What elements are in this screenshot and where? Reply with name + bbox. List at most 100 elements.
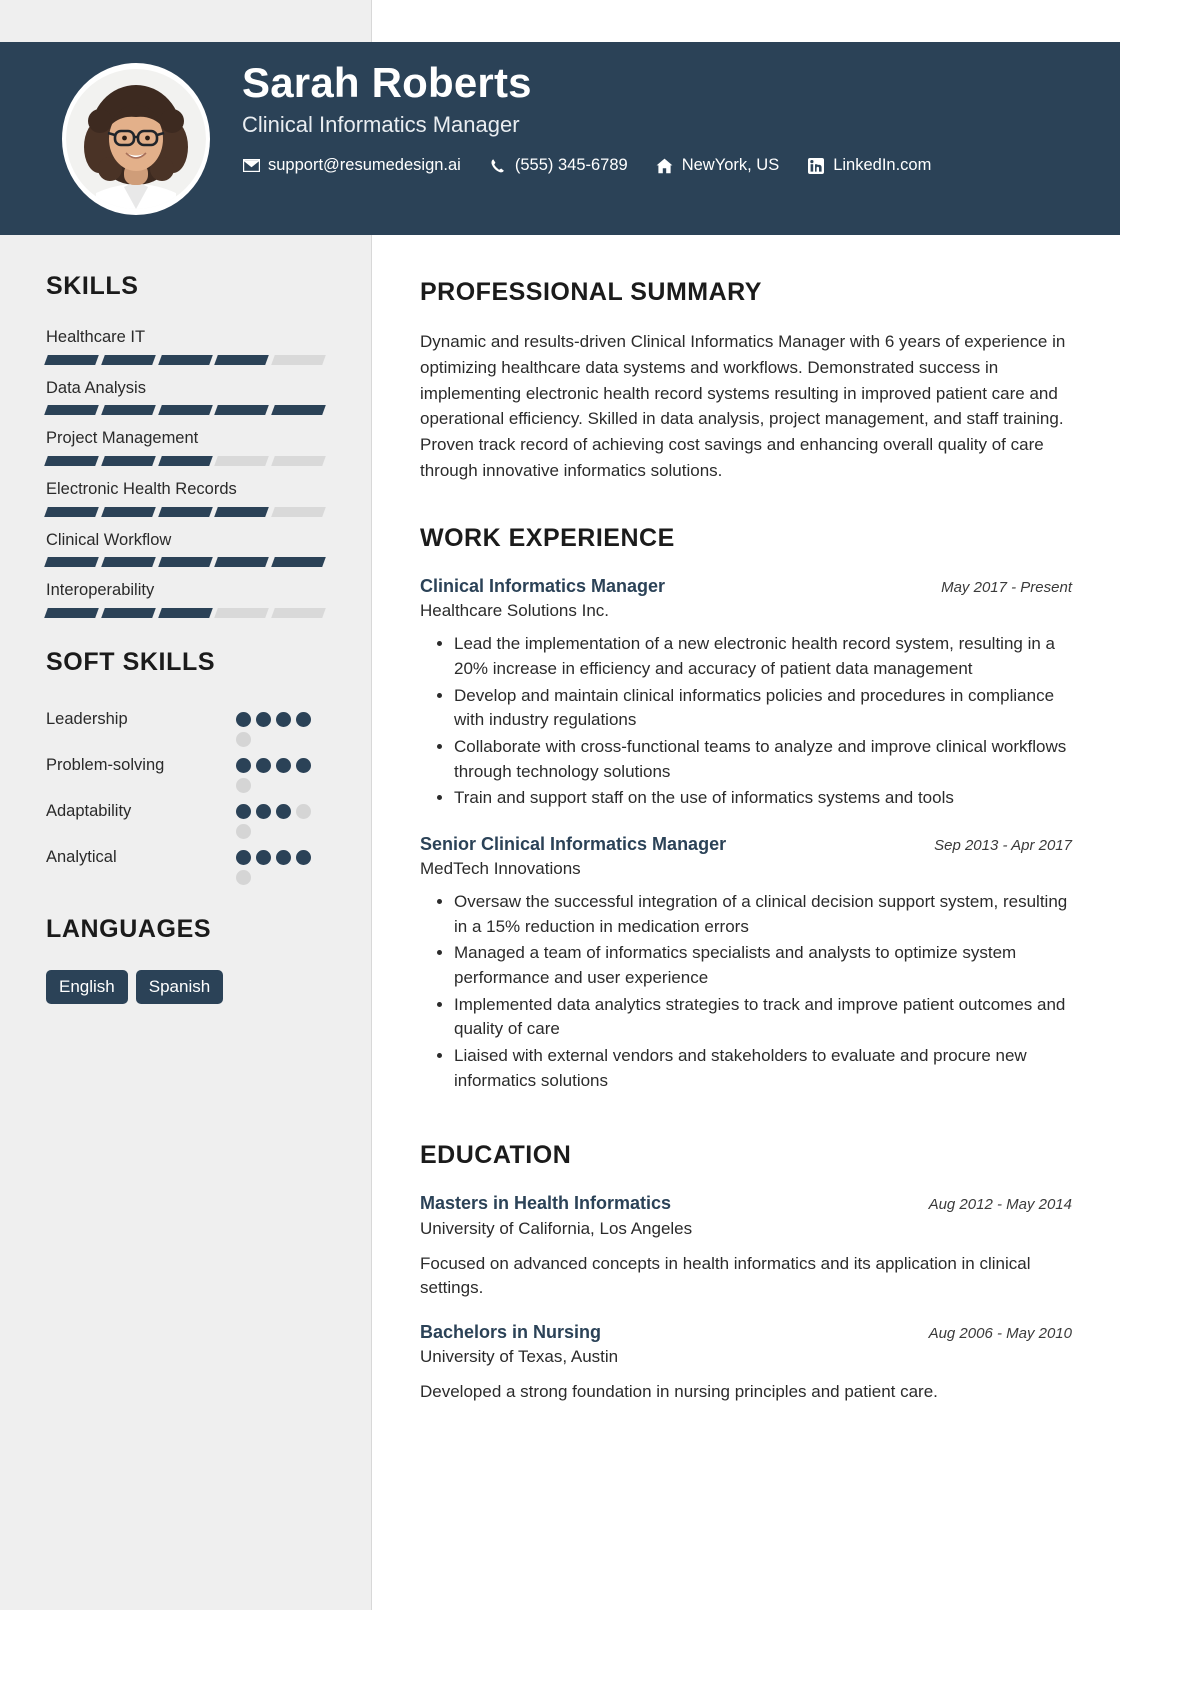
work-entry-title: Senior Clinical Informatics Manager xyxy=(420,833,727,854)
page-margin xyxy=(1120,0,1200,1684)
skill-bar-segment xyxy=(214,405,270,416)
rating-dot xyxy=(276,757,291,773)
languages-list: English Spanish xyxy=(46,969,336,1005)
skill-bar-segment xyxy=(44,557,99,568)
work-entry: Clinical Informatics Manager May 2017 - P… xyxy=(420,575,1072,811)
education-heading: EDUCATION xyxy=(420,1141,572,1170)
language-tag: English xyxy=(46,969,128,1005)
skill-item: Healthcare IT xyxy=(44,327,336,365)
contact-list: support@resumedesign.ai (555) 345-6789 N… xyxy=(242,156,1082,175)
language-tag: Spanish xyxy=(135,969,224,1005)
work-entry: Senior Clinical Informatics Manager Sep 2… xyxy=(420,833,1072,1093)
rating-dot xyxy=(296,757,311,773)
soft-skills-list: Leadership Problem-solving Adaptability Ana… xyxy=(46,703,336,885)
skill-bar-segment xyxy=(157,607,213,618)
rating-dot xyxy=(296,711,311,727)
skill-bar-segment xyxy=(214,455,270,466)
rating-dot xyxy=(276,711,291,727)
list-item: Develop and maintain clinical informatic… xyxy=(454,684,1072,733)
rating-dot xyxy=(236,849,251,865)
skill-level-bar xyxy=(44,405,326,416)
rating-dot xyxy=(276,803,291,819)
contact-linkedin[interactable]: LinkedIn.com xyxy=(807,156,931,175)
skill-level-bar xyxy=(44,354,326,365)
skill-name: Data Analysis xyxy=(46,378,146,397)
skills-heading: SKILLS xyxy=(46,272,139,300)
skill-name: Electronic Health Records xyxy=(46,479,237,498)
skill-bar-segment xyxy=(214,607,270,618)
skill-item: Electronic Health Records xyxy=(44,479,336,517)
skill-name: Interoperability xyxy=(46,581,155,600)
skill-bar-segment xyxy=(100,506,156,517)
education-description: Focused on advanced concepts in health i… xyxy=(420,1253,1031,1298)
header-text-block: Sarah Roberts Clinical Informatics Manag… xyxy=(242,62,1082,175)
rating-dot xyxy=(236,711,251,727)
rating-dot xyxy=(256,757,271,773)
avatar xyxy=(62,63,210,215)
skill-bar-segment xyxy=(100,557,156,568)
contact-phone-text: (555) 345-6789 xyxy=(514,156,628,175)
education-entry-header: Bachelors in Nursing Aug 2006 - May 2010 xyxy=(420,1321,1072,1344)
rating-dot xyxy=(296,803,311,819)
contact-phone[interactable]: (555) 345-6789 xyxy=(489,156,628,175)
skill-level-bar xyxy=(44,506,326,517)
rating-dot xyxy=(236,757,251,773)
rating-dot xyxy=(256,849,271,865)
rating-dot xyxy=(236,777,251,793)
list-item: Liaised with external vendors and stakeh… xyxy=(454,1044,1072,1093)
skill-bar-segment xyxy=(157,405,213,416)
summary-text: Dynamic and results-driven Clinical Info… xyxy=(420,332,1066,481)
languages-heading: LANGUAGES xyxy=(46,914,212,943)
skill-bar-segment xyxy=(100,354,156,365)
education-degree: Masters in Health Informatics xyxy=(420,1193,672,1214)
education-list: Masters in Health Informatics Aug 2012 - … xyxy=(420,1192,1072,1405)
contact-email-text: support@resumedesign.ai xyxy=(268,156,461,175)
soft-skill-name: Adaptability xyxy=(46,801,132,820)
soft-skill-rating xyxy=(236,841,322,885)
rating-dot xyxy=(296,849,311,865)
rating-dot xyxy=(256,803,271,819)
soft-skill-name: Leadership xyxy=(46,709,128,728)
skill-bar-segment xyxy=(157,557,213,568)
rating-dot xyxy=(236,823,251,839)
skill-bar-segment xyxy=(44,506,99,517)
education-entry: Masters in Health Informatics Aug 2012 - … xyxy=(420,1192,1072,1301)
education-description: Developed a strong foundation in nursing… xyxy=(420,1382,938,1402)
skill-item: Clinical Workflow xyxy=(44,530,336,568)
skill-level-bar xyxy=(44,607,326,618)
main-content: PROFESSIONAL SUMMARY Dynamic and results… xyxy=(420,278,1072,1425)
rating-dot xyxy=(256,711,271,727)
work-heading: WORK EXPERIENCE xyxy=(420,523,675,552)
soft-skill-rating xyxy=(236,795,322,839)
work-entry-organization: MedTech Innovations xyxy=(420,859,581,879)
education-school: University of California, Los Angeles xyxy=(420,1218,693,1238)
education-entry-header: Masters in Health Informatics Aug 2012 - … xyxy=(420,1192,1072,1215)
rating-dot xyxy=(236,731,251,747)
contact-linkedin-text: LinkedIn.com xyxy=(833,156,932,175)
linkedin-icon xyxy=(807,157,825,175)
education-degree: Bachelors in Nursing xyxy=(420,1321,602,1342)
skill-bar-segment xyxy=(157,354,213,365)
contact-location[interactable]: NewYork, US xyxy=(656,156,779,175)
list-item: Oversaw the successful integration of a … xyxy=(454,890,1072,939)
envelope-icon xyxy=(242,157,260,175)
education-date: Aug 2012 - May 2014 xyxy=(928,1196,1072,1214)
job-title: Clinical Informatics Manager xyxy=(242,112,520,137)
skill-item: Data Analysis xyxy=(44,378,336,416)
soft-skill-item: Problem-solving xyxy=(46,749,336,793)
work-entry-header: Clinical Informatics Manager May 2017 - P… xyxy=(420,575,1072,598)
list-item: Collaborate with cross-functional teams … xyxy=(454,735,1072,784)
work-entry-date: Sep 2013 - Apr 2017 xyxy=(934,836,1072,854)
skills-list: Healthcare IT Data Analysis Project Manage… xyxy=(44,327,336,618)
soft-skill-rating xyxy=(236,749,322,793)
education-date: Aug 2006 - May 2010 xyxy=(928,1324,1072,1342)
page-title: Sarah Roberts xyxy=(242,59,532,106)
soft-skill-item: Leadership xyxy=(46,703,336,747)
list-item: Train and support staff on the use of in… xyxy=(454,786,1072,811)
skill-name: Project Management xyxy=(46,429,199,448)
contact-email[interactable]: support@resumedesign.ai xyxy=(242,156,461,175)
resume-sheet: Sarah Roberts Clinical Informatics Manag… xyxy=(0,0,1120,1610)
languages-section: LANGUAGES English Spanish xyxy=(46,915,336,1005)
education-entry: Bachelors in Nursing Aug 2006 - May 2010 U… xyxy=(420,1321,1072,1405)
